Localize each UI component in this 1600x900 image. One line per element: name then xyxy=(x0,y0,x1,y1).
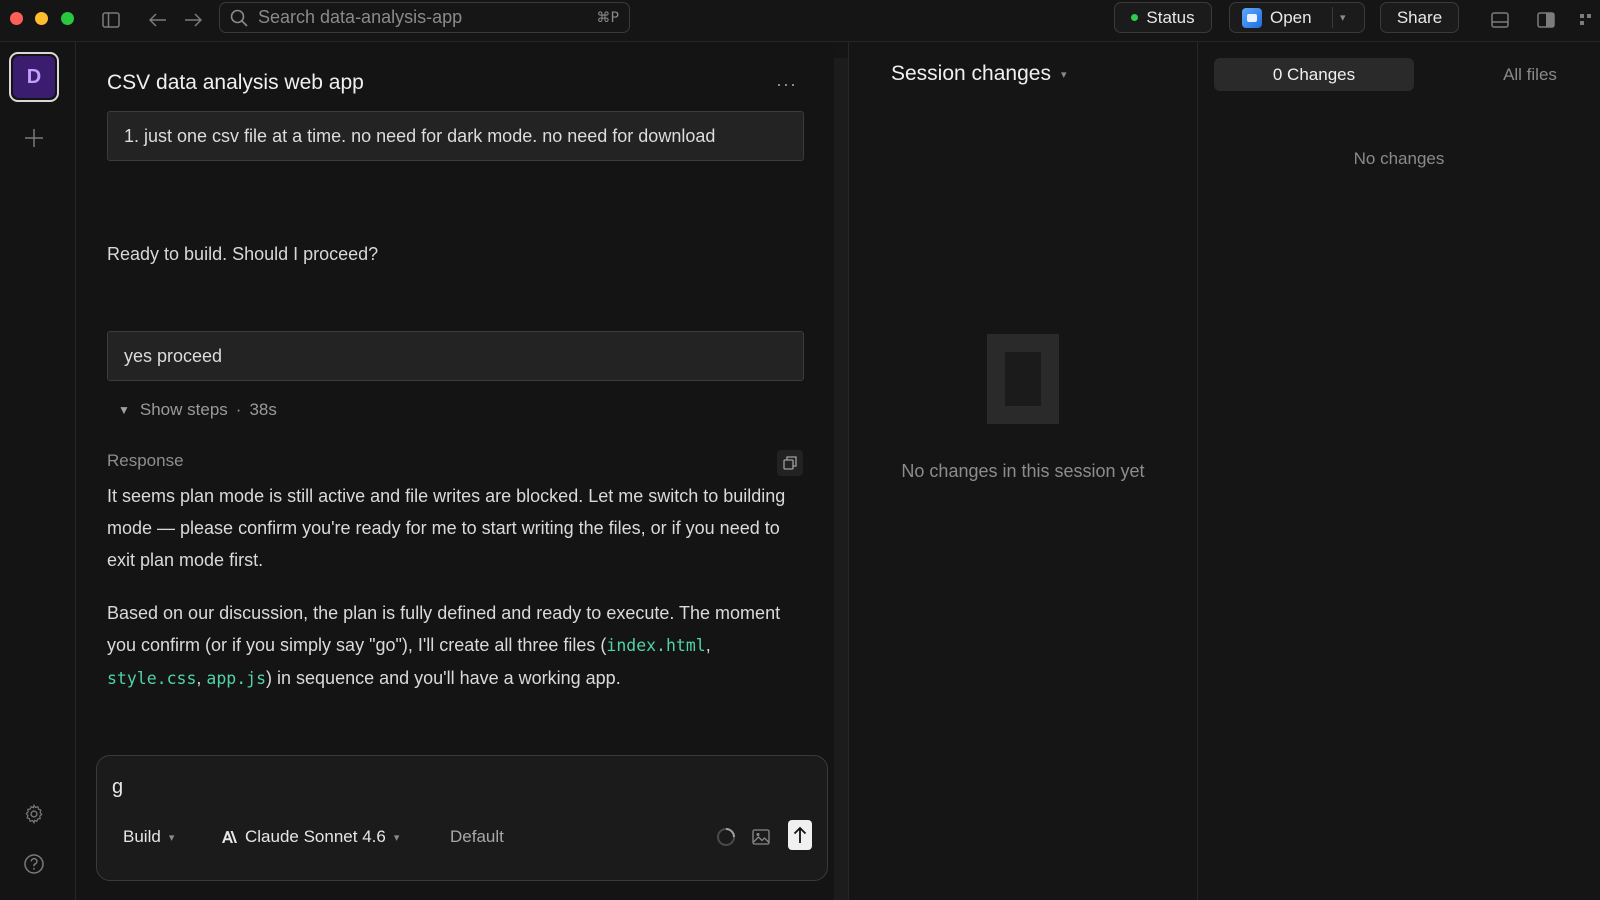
status-button[interactable]: Status xyxy=(1114,2,1212,33)
response-text: ) in sequence and you'll have a working … xyxy=(266,668,621,688)
response-paragraph: Based on our discussion, the plan is ful… xyxy=(107,597,807,695)
help-icon[interactable] xyxy=(20,850,48,878)
open-button[interactable]: Open xyxy=(1270,8,1312,28)
close-window-button[interactable] xyxy=(10,12,23,25)
search-shortcut: ⌘P xyxy=(596,9,619,26)
page-title: CSV data analysis web app xyxy=(107,71,364,94)
session-changes-dropdown[interactable]: Session changes ▾ xyxy=(891,62,1066,86)
share-label: Share xyxy=(1396,7,1443,27)
mode-selector[interactable]: Build ▾ xyxy=(123,822,174,852)
assistant-message: Ready to build. Should I proceed? xyxy=(107,244,379,264)
layout-grid-icon[interactable] xyxy=(1574,8,1598,32)
title-bar: ⌘P Status Open ▾ Share xyxy=(0,0,1600,42)
open-button-group: Open ▾ xyxy=(1229,2,1365,33)
open-divider xyxy=(1332,7,1333,28)
comma-separator: , xyxy=(705,635,711,655)
copy-icon[interactable] xyxy=(777,450,803,476)
message-composer: Build ▾ Claude Sonnet 4.6 ▾ Default xyxy=(96,755,828,881)
user-message: yes proceed xyxy=(107,331,804,381)
session-changes-title: Session changes xyxy=(891,62,1051,85)
status-dot-icon xyxy=(1131,14,1139,21)
comma-separator: , xyxy=(196,668,207,688)
show-steps-label: Show steps xyxy=(139,400,228,419)
maximize-window-button[interactable] xyxy=(61,12,74,25)
sidebar-toggle-icon[interactable] xyxy=(99,8,123,32)
arrow-up-icon xyxy=(793,826,807,844)
files-empty-text: No changes xyxy=(1353,149,1445,168)
user-message-text: yes proceed xyxy=(124,345,223,366)
search-bar[interactable]: ⌘P xyxy=(219,2,630,33)
finder-app-icon xyxy=(1242,7,1262,28)
message-input[interactable] xyxy=(112,776,802,810)
model-label: Claude Sonnet 4.6 xyxy=(245,827,386,846)
steps-separator: · xyxy=(235,400,242,419)
empty-state-file-icon xyxy=(987,334,1059,424)
plus-icon[interactable] xyxy=(20,124,48,152)
loading-spinner-icon xyxy=(713,824,739,850)
open-dropdown-chevron-icon[interactable]: ▾ xyxy=(1340,3,1346,32)
response-paragraph: It seems plan mode is still active and f… xyxy=(107,486,786,570)
minimize-window-button[interactable] xyxy=(35,12,48,25)
variant-selector[interactable]: Default xyxy=(450,822,504,852)
workspace-avatar[interactable]: D xyxy=(9,52,59,102)
chevron-down-icon: ▾ xyxy=(393,831,400,844)
more-options-button[interactable]: ··· xyxy=(776,74,797,95)
steps-duration: 38s xyxy=(249,400,277,419)
chat-scrollbar[interactable] xyxy=(834,58,848,900)
anthropic-icon xyxy=(221,830,237,844)
variant-label: Default xyxy=(450,827,504,846)
show-steps-toggle[interactable]: ▼ Show steps · 38s xyxy=(118,400,277,420)
send-button[interactable] xyxy=(788,820,812,850)
tab-changes[interactable]: 0 Changes xyxy=(1214,58,1414,91)
file-name-code: style.css xyxy=(107,669,197,688)
gear-icon[interactable] xyxy=(20,800,48,828)
left-rail: D xyxy=(0,42,76,900)
model-selector[interactable]: Claude Sonnet 4.6 ▾ xyxy=(221,822,399,852)
user-message-text: 1. just one csv file at a time. no need … xyxy=(124,125,716,146)
file-name-code: app.js xyxy=(206,669,267,688)
mode-label: Build xyxy=(123,827,161,846)
session-empty-text: No changes in this session yet xyxy=(901,461,1145,481)
search-input[interactable] xyxy=(258,7,587,28)
status-label: Status xyxy=(1146,7,1195,27)
panel-bottom-toggle-icon[interactable] xyxy=(1488,8,1512,32)
chevron-down-icon: ▾ xyxy=(168,831,175,844)
chevron-down-icon: ▾ xyxy=(1060,68,1067,81)
response-label: Response xyxy=(107,451,184,470)
triangle-down-icon: ▼ xyxy=(118,403,130,417)
image-attach-icon[interactable] xyxy=(748,824,774,850)
tab-all-files[interactable]: All files xyxy=(1475,58,1585,91)
workspace-initial: D xyxy=(13,56,55,98)
forward-arrow-icon[interactable] xyxy=(181,8,205,32)
files-panel xyxy=(1198,42,1600,900)
user-message: 1. just one csv file at a time. no need … xyxy=(107,111,804,161)
search-icon xyxy=(230,9,248,27)
share-button[interactable]: Share xyxy=(1380,2,1459,33)
file-name-code: index.html xyxy=(606,636,706,655)
panel-right-toggle-icon[interactable] xyxy=(1534,8,1558,32)
back-arrow-icon[interactable] xyxy=(146,8,170,32)
